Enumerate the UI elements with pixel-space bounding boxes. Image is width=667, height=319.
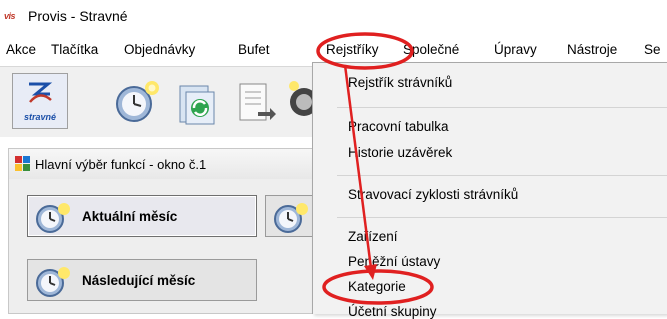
menu-objednavky[interactable]: Objednávky [124,42,195,57]
clock-icon [36,267,70,297]
menu-tlacitka[interactable]: Tlačítka [51,42,98,57]
document-arrow-icon[interactable] [228,72,284,130]
next-month-label: Následující měsíc [82,273,196,288]
stravne-label: stravné [23,112,57,122]
menu-item-zarizeni[interactable]: Zařízení [348,229,398,244]
clock-icon [36,203,70,233]
inner-window-title: Hlavní výběr funkcí - okno č.1 [35,157,207,172]
inner-window-title-bar: Hlavní výběr funkcí - okno č.1 [9,149,321,179]
menu-item-historie-uzaverek[interactable]: Historie uzávěrek [348,145,452,160]
menu-separator [337,175,667,176]
menu-item-ucetni-skupiny[interactable]: Účetní skupiny [348,304,437,319]
menu-spolecne[interactable]: Společné [403,42,459,57]
menu-akce[interactable]: Akce [6,42,36,57]
menu-nastroje[interactable]: Nástroje [567,42,617,57]
refresh-green-icon[interactable] [170,72,226,130]
window-grid-icon [15,156,30,171]
menu-separator [337,217,667,218]
clock-icon [274,203,308,233]
rejstriky-dropdown: Rejstřík strávníků Pracovní tabulka Hist… [312,62,667,319]
app-logo-icon: vis [4,11,16,21]
menu-item-kategorie[interactable]: Kategorie [348,279,406,294]
current-month-button[interactable]: Aktuální měsíc [27,195,257,237]
menu-separator [337,107,667,108]
menu-upravy[interactable]: Úpravy [494,42,537,57]
dropdown-gutter [313,63,335,314]
menu-item-pracovni-tabulka[interactable]: Pracovní tabulka [348,119,449,134]
clock-star-icon[interactable] [112,72,168,130]
next-month-button[interactable]: Následující měsíc [27,259,257,301]
current-month-label: Aktuální měsíc [82,209,178,224]
menu-bufet[interactable]: Bufet [238,42,270,57]
menu-se[interactable]: Se [644,42,661,57]
inner-window: Hlavní výběr funkcí - okno č.1 Aktuální … [8,148,322,314]
stravne-logo-icon [29,82,53,103]
window-title: Provis - Stravné [28,8,128,24]
title-bar: vis Provis - Stravné [0,0,667,34]
toolbar: stravné [0,66,322,137]
menu-bar: Akce Tlačítka Objednávky Bufet Rejstříky… [0,40,667,62]
menu-item-penezni-ustavy[interactable]: Peněžní ústavy [348,254,440,269]
stravne-button[interactable]: stravné [12,73,68,129]
menu-item-stravovaci-zyklosti[interactable]: Stravovací zyklosti strávníků [348,187,518,202]
menu-item-rejstrik-stravniku[interactable]: Rejstřík strávníků [348,75,452,90]
menu-rejstriky[interactable]: Rejstříky [326,42,379,57]
